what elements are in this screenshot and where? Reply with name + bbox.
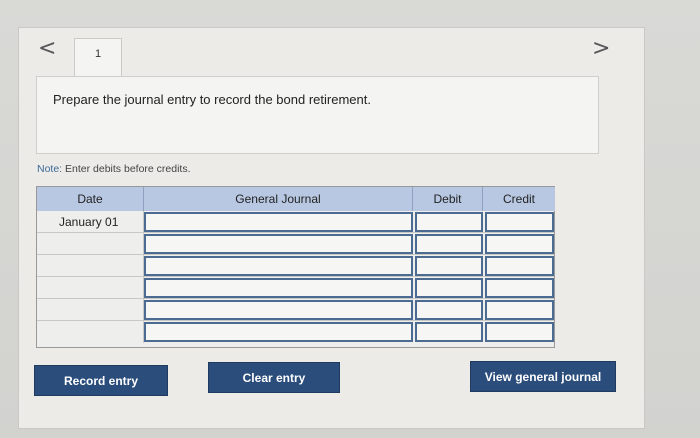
note-text: Enter debits before credits. [62, 163, 191, 175]
table-row [37, 321, 554, 343]
clear-entry-button[interactable]: Clear entry [208, 362, 340, 393]
credit-input[interactable] [485, 256, 554, 276]
chevron-left-icon[interactable]: < [38, 38, 56, 60]
credit-input[interactable] [485, 300, 554, 320]
date-cell[interactable] [37, 255, 144, 276]
journal-input[interactable] [144, 212, 413, 232]
table-row [37, 233, 554, 255]
note-label: Note: [37, 163, 63, 175]
debit-input[interactable] [415, 234, 483, 254]
credit-input[interactable] [485, 322, 554, 342]
prompt-box: Prepare the journal entry to record the … [36, 76, 599, 154]
journal-input[interactable] [144, 322, 413, 342]
view-general-journal-button[interactable]: View general journal [470, 361, 616, 392]
credit-input[interactable] [485, 212, 554, 232]
date-cell[interactable] [37, 321, 144, 343]
debit-input[interactable] [415, 256, 483, 276]
header-debit: Debit [413, 187, 483, 211]
chevron-right-icon[interactable]: > [592, 38, 610, 60]
credit-input[interactable] [485, 234, 554, 254]
debit-input[interactable] [415, 278, 483, 298]
header-credit: Credit [483, 187, 555, 211]
table-row [37, 277, 554, 299]
note: Note: Enter debits before credits. [37, 163, 191, 175]
tab-label: 1 [94, 48, 102, 60]
debit-input[interactable] [415, 212, 483, 232]
tab-entry-1[interactable]: 1 [74, 38, 122, 78]
table-row [37, 299, 554, 321]
record-entry-button[interactable]: Record entry [34, 365, 168, 396]
journal-input[interactable] [144, 256, 413, 276]
header-general-journal: General Journal [144, 187, 413, 211]
journal-input[interactable] [144, 278, 413, 298]
debit-input[interactable] [415, 300, 483, 320]
debit-input[interactable] [415, 322, 483, 342]
journal-input[interactable] [144, 300, 413, 320]
date-cell[interactable] [37, 233, 144, 254]
credit-input[interactable] [485, 278, 554, 298]
header-date: Date [37, 187, 144, 211]
table-row [37, 255, 554, 277]
date-cell[interactable]: January 01 [37, 211, 144, 232]
table-row: January 01 [37, 211, 554, 233]
prompt-text: Prepare the journal entry to record the … [53, 92, 371, 107]
screen-frame: < 1 > Prepare the journal entry to recor… [0, 0, 700, 438]
date-cell[interactable] [37, 299, 144, 320]
journal-table: Date General Journal Debit Credit Januar… [36, 186, 555, 348]
date-cell[interactable] [37, 277, 144, 298]
journal-input[interactable] [144, 234, 413, 254]
